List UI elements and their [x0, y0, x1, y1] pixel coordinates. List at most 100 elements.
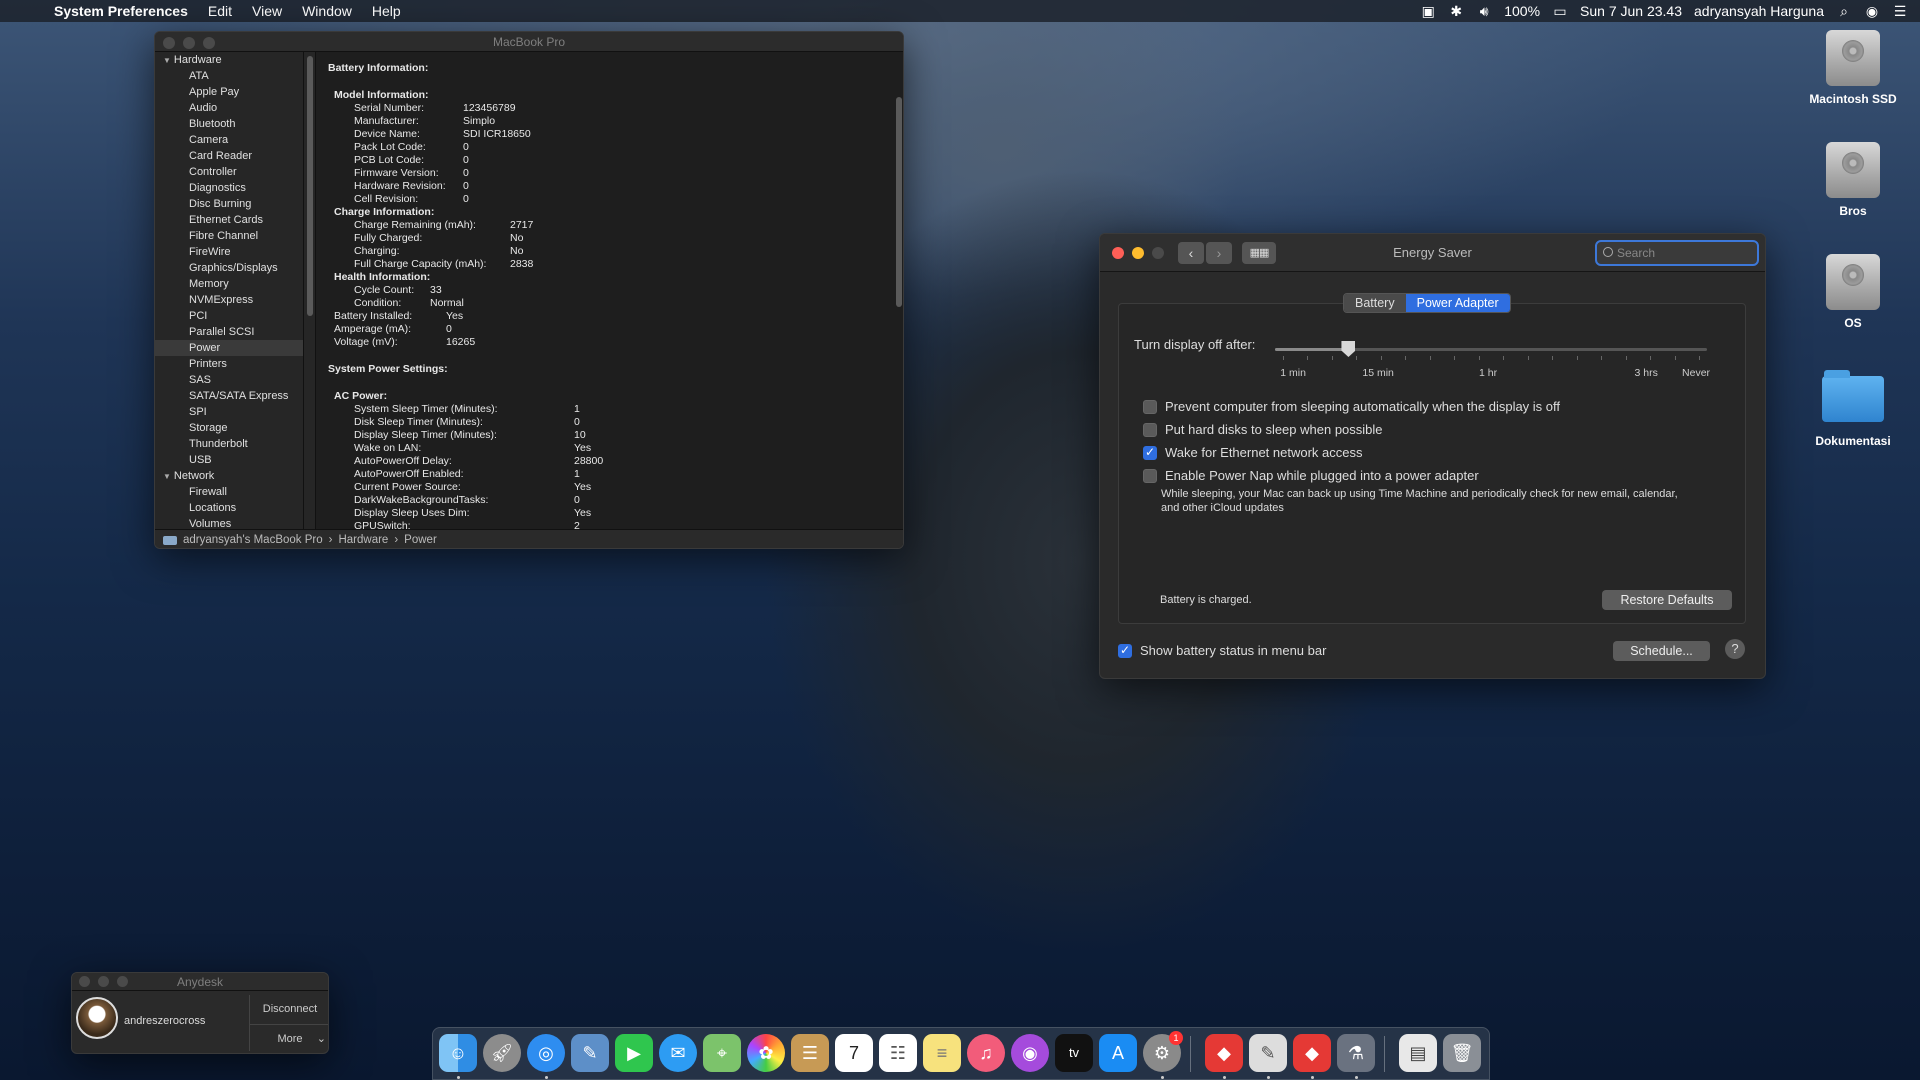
close-button[interactable]	[163, 37, 175, 49]
option-checkbox[interactable]	[1143, 399, 1157, 414]
search-input[interactable]: Search	[1595, 240, 1759, 266]
sidebar-item-sata-sata-express[interactable]: SATA/SATA Express	[155, 388, 303, 404]
forward-button[interactable]: ›	[1206, 242, 1232, 264]
finder-icon[interactable]: ☺	[439, 1034, 477, 1072]
back-button[interactable]: ‹	[1178, 242, 1204, 264]
zoom-button[interactable]	[117, 976, 128, 987]
menu-clock[interactable]: Sun 7 Jun 23.43	[1580, 3, 1682, 19]
script-editor-icon[interactable]: ⚗	[1337, 1034, 1375, 1072]
menu-view[interactable]: View	[252, 3, 282, 19]
zoom-button[interactable]	[1152, 247, 1164, 259]
sidebar-item-pci[interactable]: PCI	[155, 308, 303, 324]
show-battery-status-row[interactable]: Show battery status in menu bar	[1118, 643, 1326, 658]
preview-icon[interactable]: ✎	[571, 1034, 609, 1072]
battery-percent[interactable]: 100%	[1504, 3, 1540, 19]
reminders-icon[interactable]: ☷	[879, 1034, 917, 1072]
sidebar-item-firewire[interactable]: FireWire	[155, 244, 303, 260]
battery-icon[interactable]: ▭	[1552, 3, 1568, 20]
messages-icon[interactable]: ✉	[659, 1034, 697, 1072]
sidebar-group-network[interactable]: Network	[155, 468, 303, 484]
sidebar-item-parallel-scsi[interactable]: Parallel SCSI	[155, 324, 303, 340]
activity-monitor-icon[interactable]: ▣	[1420, 3, 1436, 20]
sidebar-item-locations[interactable]: Locations	[155, 500, 303, 516]
scrollbar-thumb[interactable]	[307, 56, 313, 316]
sidebar-item-printers[interactable]: Printers	[155, 356, 303, 372]
close-button[interactable]	[79, 976, 90, 987]
notes-icon[interactable]: ≡	[923, 1034, 961, 1072]
anydesk-icon[interactable]: ◆	[1205, 1034, 1243, 1072]
calendar-icon[interactable]: 7	[835, 1034, 873, 1072]
restore-defaults-button[interactable]: Restore Defaults	[1602, 590, 1732, 610]
sidebar-item-usb[interactable]: USB	[155, 452, 303, 468]
anydesk-session-icon[interactable]: ◆	[1293, 1034, 1331, 1072]
document-icon[interactable]: ▤	[1399, 1034, 1437, 1072]
menu-help[interactable]: Help	[372, 3, 401, 19]
facetime-icon[interactable]: ▶	[615, 1034, 653, 1072]
podcasts-icon[interactable]: ◉	[1011, 1034, 1049, 1072]
sidebar-item-controller[interactable]: Controller	[155, 164, 303, 180]
launchpad-icon[interactable]: 🚀︎	[483, 1034, 521, 1072]
spotlight-search-icon[interactable]: ⌕	[1836, 3, 1852, 20]
safari-icon[interactable]: ◎	[527, 1034, 565, 1072]
sidebar-item-disc-burning[interactable]: Disc Burning	[155, 196, 303, 212]
minimize-button[interactable]	[98, 976, 109, 987]
option-checkbox[interactable]	[1143, 468, 1157, 483]
sidebar-item-sas[interactable]: SAS	[155, 372, 303, 388]
option-row[interactable]: Prevent computer from sleeping automatic…	[1143, 399, 1560, 414]
option-checkbox[interactable]	[1143, 422, 1157, 437]
sidebar-item-audio[interactable]: Audio	[155, 100, 303, 116]
close-button[interactable]	[1112, 247, 1124, 259]
menu-window[interactable]: Window	[302, 3, 352, 19]
help-button[interactable]: ?	[1725, 639, 1745, 659]
minimize-button[interactable]	[183, 37, 195, 49]
tab-power-adapter[interactable]: Power Adapter	[1405, 294, 1510, 312]
desktop-icon-dokumentasi[interactable]: Dokumentasi	[1798, 370, 1908, 448]
maps-icon[interactable]: ⌖	[703, 1034, 741, 1072]
siri-icon[interactable]: ◉	[1864, 3, 1880, 20]
volume-icon[interactable]: 🔊︎	[1476, 3, 1492, 20]
zoom-button[interactable]	[203, 37, 215, 49]
sidebar-item-volumes[interactable]: Volumes	[155, 516, 303, 529]
sidebar-item-memory[interactable]: Memory	[155, 276, 303, 292]
more-button[interactable]: More ⌄	[250, 1024, 328, 1052]
path-item-computer[interactable]: adryansyah's MacBook Pro	[183, 534, 323, 546]
system-information-icon[interactable]: ✎	[1249, 1034, 1287, 1072]
sidebar-item-card-reader[interactable]: Card Reader	[155, 148, 303, 164]
sidebar-scrollbar[interactable]	[304, 52, 316, 529]
option-row[interactable]: Wake for Ethernet network access	[1143, 445, 1363, 460]
display-sleep-slider[interactable]	[1275, 348, 1707, 351]
option-row[interactable]: Enable Power Nap while plugged into a po…	[1143, 468, 1479, 483]
sidebar-item-ata[interactable]: ATA	[155, 68, 303, 84]
sidebar-item-storage[interactable]: Storage	[155, 420, 303, 436]
sidebar-group-hardware[interactable]: Hardware	[155, 52, 303, 68]
sidebar-item-camera[interactable]: Camera	[155, 132, 303, 148]
path-item-hardware[interactable]: Hardware	[338, 534, 388, 546]
menu-app-name[interactable]: System Preferences	[54, 3, 188, 19]
minimize-button[interactable]	[1132, 247, 1144, 259]
sidebar-item-ethernet-cards[interactable]: Ethernet Cards	[155, 212, 303, 228]
photos-icon[interactable]: ✿	[747, 1034, 785, 1072]
sidebar-item-spi[interactable]: SPI	[155, 404, 303, 420]
sidebar-item-firewall[interactable]: Firewall	[155, 484, 303, 500]
sidebar-item-power[interactable]: Power	[155, 340, 303, 356]
scrollbar-thumb[interactable]	[896, 97, 902, 307]
path-item-power[interactable]: Power	[404, 534, 437, 546]
sidebar-item-nvmexpress[interactable]: NVMExpress	[155, 292, 303, 308]
schedule-button[interactable]: Schedule...	[1613, 641, 1710, 661]
option-checkbox[interactable]	[1143, 445, 1157, 460]
disconnect-button[interactable]: Disconnect	[250, 995, 328, 1023]
desktop-icon-bros[interactable]: Bros	[1798, 142, 1908, 218]
sidebar-item-bluetooth[interactable]: Bluetooth	[155, 116, 303, 132]
sidebar-item-graphics-displays[interactable]: Graphics/Displays	[155, 260, 303, 276]
sidebar-item-fibre-channel[interactable]: Fibre Channel	[155, 228, 303, 244]
sidebar-item-apple-pay[interactable]: Apple Pay	[155, 84, 303, 100]
detail-scrollbar[interactable]	[893, 52, 903, 529]
bluetooth-icon[interactable]: ✱	[1448, 3, 1464, 20]
contacts-icon[interactable]: ☰	[791, 1034, 829, 1072]
desktop-icon-os[interactable]: OS	[1798, 254, 1908, 330]
app-store-icon[interactable]: A	[1099, 1034, 1137, 1072]
menu-user[interactable]: adryansyah Harguna	[1694, 3, 1824, 19]
menu-edit[interactable]: Edit	[208, 3, 232, 19]
show-all-grid-button[interactable]: ▦▦	[1242, 242, 1276, 264]
apple-tv-icon[interactable]: tv	[1055, 1034, 1093, 1072]
